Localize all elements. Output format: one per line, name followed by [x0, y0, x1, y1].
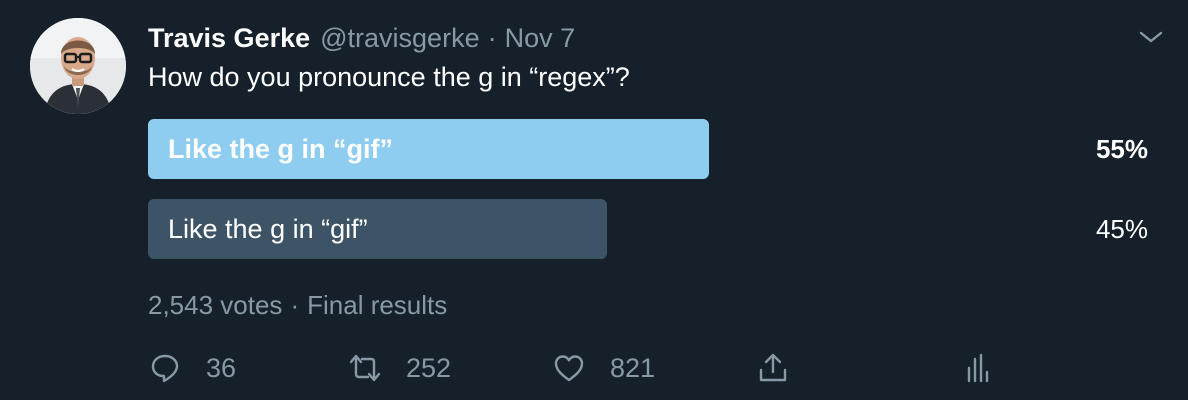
chevron-down-icon[interactable] [1136, 22, 1166, 52]
poll-option-label: Like the g in “gif” [168, 133, 394, 164]
poll-meta: 2,543 votes · Final results [148, 290, 447, 321]
poll-option-percent: 55% [1095, 133, 1148, 164]
poll-meta-separator: · [290, 290, 300, 320]
avatar[interactable] [30, 18, 126, 114]
reply-count: 36 [206, 352, 237, 383]
author-name[interactable]: Travis Gerke [148, 23, 310, 54]
tweet-date[interactable]: Nov 7 [505, 23, 576, 54]
analytics-button[interactable] [960, 345, 994, 391]
like-button[interactable]: 821 [552, 345, 655, 391]
retweet-count: 252 [406, 352, 452, 383]
tweet-actions: 36 252 821 [148, 345, 998, 391]
share-button[interactable] [756, 345, 790, 391]
analytics-icon [967, 353, 989, 383]
poll-status: Final results [307, 290, 448, 320]
avatar-image [30, 18, 126, 114]
retweet-icon [349, 354, 381, 382]
author-handle[interactable]: @travisgerke [320, 23, 479, 54]
share-icon [759, 353, 787, 382]
like-count: 821 [610, 352, 656, 383]
poll-option[interactable]: Like the g in “gif” 45% [148, 199, 1148, 259]
reply-icon [151, 354, 179, 383]
poll-votes: 2,543 votes [148, 290, 283, 320]
poll-option-percent: 45% [1095, 213, 1148, 244]
retweet-button[interactable]: 252 [348, 345, 451, 391]
tweet-text: How do you pronounce the g in “regex”? [148, 62, 630, 92]
poll-option[interactable]: Like the g in “gif” 55% [148, 119, 1148, 179]
tweet-header: Travis Gerke @travisgerke · Nov 7 [148, 18, 575, 58]
heart-icon [554, 355, 584, 382]
poll-option-label: Like the g in “gif” [168, 213, 368, 244]
reply-button[interactable]: 36 [148, 345, 236, 391]
header-separator: · [487, 22, 497, 53]
